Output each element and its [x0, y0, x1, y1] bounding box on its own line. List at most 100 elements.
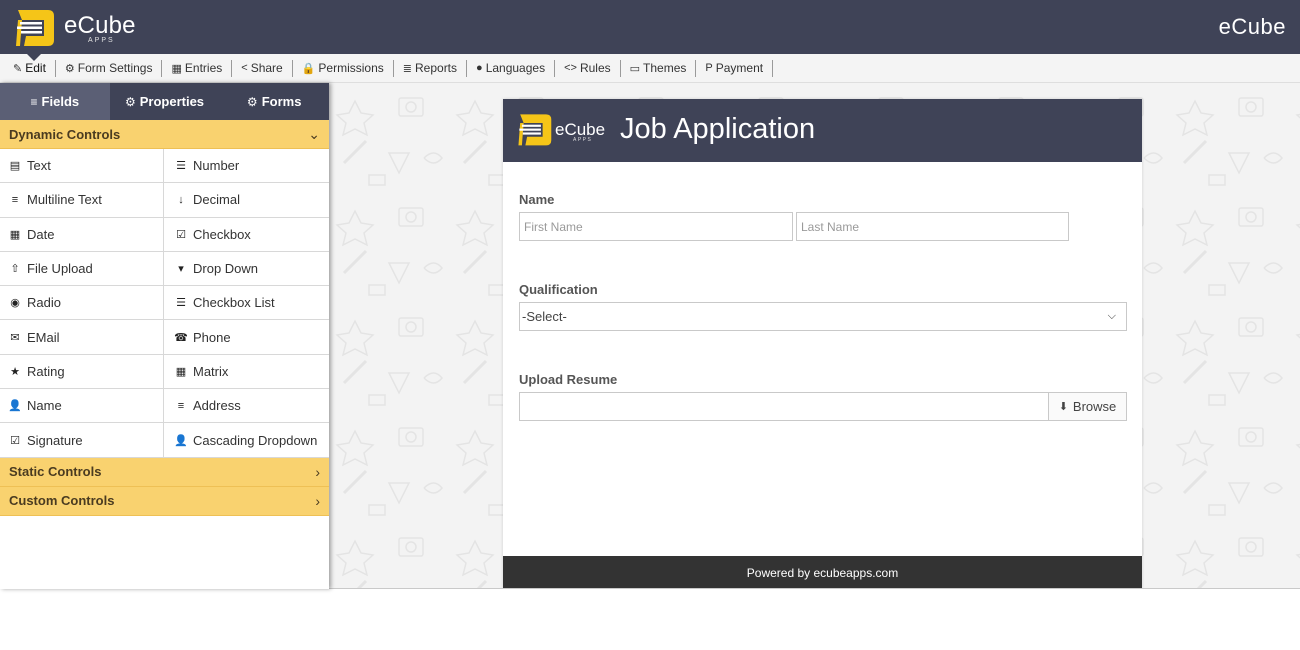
- section-title: Dynamic Controls: [9, 126, 121, 142]
- ecube-logo[interactable]: eCube APPS: [8, 4, 138, 52]
- last-name-input[interactable]: Last Name: [796, 212, 1069, 241]
- controls-panel: ≡ Fields ⚙ Properties ⚙ Forms Dynamic Control…: [0, 83, 329, 589]
- toolbar-form-settings[interactable]: ⚙ Form Settings: [56, 59, 163, 77]
- chevron-down-icon: ⌄: [308, 125, 320, 142]
- control-drop-down[interactable]: ▾ Drop Down: [164, 252, 329, 287]
- toolbar-share[interactable]: < Share: [232, 59, 293, 77]
- table-icon: ▦: [171, 62, 182, 75]
- qualification-value: -Select-: [522, 309, 567, 324]
- upload-icon: ⬇: [1058, 401, 1068, 413]
- gear-icon: ⚙: [64, 62, 75, 75]
- paypal-icon: P: [705, 62, 713, 74]
- control-cascading-dropdown[interactable]: 👤 Cascading Dropdown: [164, 423, 329, 458]
- sort-numeric-icon: ↓: [178, 193, 184, 206]
- control-label: File Upload: [27, 261, 93, 277]
- toolbar-reports[interactable]: ≣ Reports: [394, 59, 468, 77]
- tab-label: Forms: [261, 94, 302, 109]
- phone-square-icon: ☎: [174, 331, 188, 344]
- panel-tabs: ≡ Fields ⚙ Properties ⚙ Forms: [0, 83, 329, 120]
- toolbar-permissions[interactable]: 🔒 Permissions: [293, 59, 394, 77]
- chevron-right-icon: ›: [315, 463, 320, 480]
- toolbar-payment[interactable]: P Payment: [696, 59, 774, 77]
- control-checkbox[interactable]: ☑ Checkbox: [164, 218, 329, 252]
- qualification-select[interactable]: -Select- ⌵: [519, 302, 1127, 331]
- control-label: EMail: [27, 329, 60, 345]
- browse-label: Browse: [1072, 399, 1117, 414]
- control-phone[interactable]: ☎ Phone: [164, 320, 329, 355]
- control-rating[interactable]: ★ Rating: [0, 354, 164, 390]
- upload-resume-label: Upload Resume: [519, 372, 618, 387]
- id-card-icon: ▭: [629, 62, 641, 75]
- section-title: Custom Controls: [9, 493, 115, 509]
- toolbar-label: Form Settings: [77, 61, 153, 75]
- list-icon: ☰: [176, 297, 186, 310]
- toolbar-languages[interactable]: ● Languages: [467, 59, 556, 77]
- edit-icon: ✎: [13, 62, 23, 75]
- control-label: Radio: [27, 295, 61, 311]
- file-text-icon: ▤: [9, 160, 21, 173]
- chevron-right-icon: ›: [315, 492, 320, 509]
- control-label: Checkbox: [193, 226, 251, 242]
- cogs-icon: ⚙: [124, 94, 136, 109]
- section-custom-controls[interactable]: Custom Controls ›: [0, 486, 329, 516]
- form-footer: Powered by ecubeapps.com: [503, 556, 1142, 588]
- control-date[interactable]: ▦ Date: [0, 217, 164, 252]
- active-indicator: [27, 54, 41, 61]
- browse-button[interactable]: ⬇ Browse: [1048, 393, 1126, 420]
- control-label: Matrix: [193, 363, 229, 379]
- resume-file-input[interactable]: ⬇ Browse: [519, 392, 1127, 421]
- control-radio[interactable]: ◉ Radio: [0, 286, 164, 321]
- control-label: Address: [193, 398, 241, 414]
- control-signature[interactable]: ☑ Signature: [0, 423, 164, 458]
- toolbar-label: Rules: [579, 61, 611, 75]
- check-square-icon: ☑: [10, 434, 20, 447]
- toolbar-label: Languages: [485, 61, 546, 75]
- control-label: Date: [27, 226, 55, 242]
- chevron-down-icon: ⌵: [1107, 310, 1116, 322]
- toolbar-label: Edit: [25, 61, 46, 75]
- tab-properties[interactable]: ⚙ Properties: [110, 83, 220, 120]
- database-icon: ≣: [402, 62, 412, 75]
- control-label: Cascading Dropdown: [193, 432, 318, 448]
- section-dynamic-controls[interactable]: Dynamic Controls ⌄: [0, 120, 329, 149]
- control-label: Signature: [27, 432, 83, 448]
- first-name-input[interactable]: First Name: [519, 212, 793, 241]
- control-name[interactable]: 👤 Name: [0, 389, 164, 424]
- caret-square-down-icon: ▾: [178, 263, 184, 276]
- form-title: Job Application: [620, 113, 816, 145]
- list-ol-icon: ☰: [176, 160, 186, 173]
- control-checkbox-list[interactable]: ☰ Checkbox List: [164, 286, 329, 321]
- control-file-upload[interactable]: ⇧ File Upload: [0, 251, 164, 287]
- control-address[interactable]: ≡ Address: [164, 389, 329, 424]
- toolbar-label: Reports: [415, 61, 458, 75]
- lock-icon: 🔒: [301, 62, 316, 75]
- toolbar-rules[interactable]: <> Rules: [555, 59, 621, 77]
- name-label: Name: [519, 192, 555, 207]
- control-multiline-text[interactable]: ≡ Multiline Text: [0, 183, 164, 218]
- toolbar-label: Permissions: [318, 61, 384, 75]
- calendar-icon: ▦: [9, 228, 21, 241]
- section-static-controls[interactable]: Static Controls ›: [0, 457, 329, 487]
- tab-label: Fields: [41, 94, 80, 109]
- toolbar-label: Share: [250, 61, 283, 75]
- control-email[interactable]: ✉ EMail: [0, 320, 164, 355]
- tab-fields[interactable]: ≡ Fields: [0, 83, 110, 120]
- toolbar-entries[interactable]: ▦ Entries: [162, 59, 233, 77]
- main-toolbar: ✎ Edit ⚙ Form Settings ▦ Entries < Share 🔒 Permis…: [0, 54, 1300, 83]
- align-justify-icon: ≡: [11, 193, 19, 206]
- control-decimal[interactable]: ↓ Decimal: [164, 183, 329, 218]
- control-text[interactable]: ▤ Text: [0, 149, 164, 184]
- control-label: Multiline Text: [27, 192, 102, 208]
- toolbar-themes[interactable]: ▭ Themes: [621, 59, 697, 77]
- table-icon: ▦: [175, 365, 187, 378]
- control-label: Drop Down: [193, 261, 259, 277]
- dot-circle-icon: ◉: [10, 297, 20, 310]
- tab-forms[interactable]: ⚙ Forms: [219, 83, 329, 120]
- control-matrix[interactable]: ▦ Matrix: [164, 355, 329, 390]
- toolbar-edit[interactable]: ✎ Edit: [4, 59, 56, 77]
- control-label: Name: [27, 398, 62, 414]
- star-icon: ★: [10, 365, 20, 378]
- control-label: Number: [193, 158, 240, 174]
- share-icon: <: [241, 62, 248, 74]
- control-number[interactable]: ☰ Number: [164, 149, 329, 184]
